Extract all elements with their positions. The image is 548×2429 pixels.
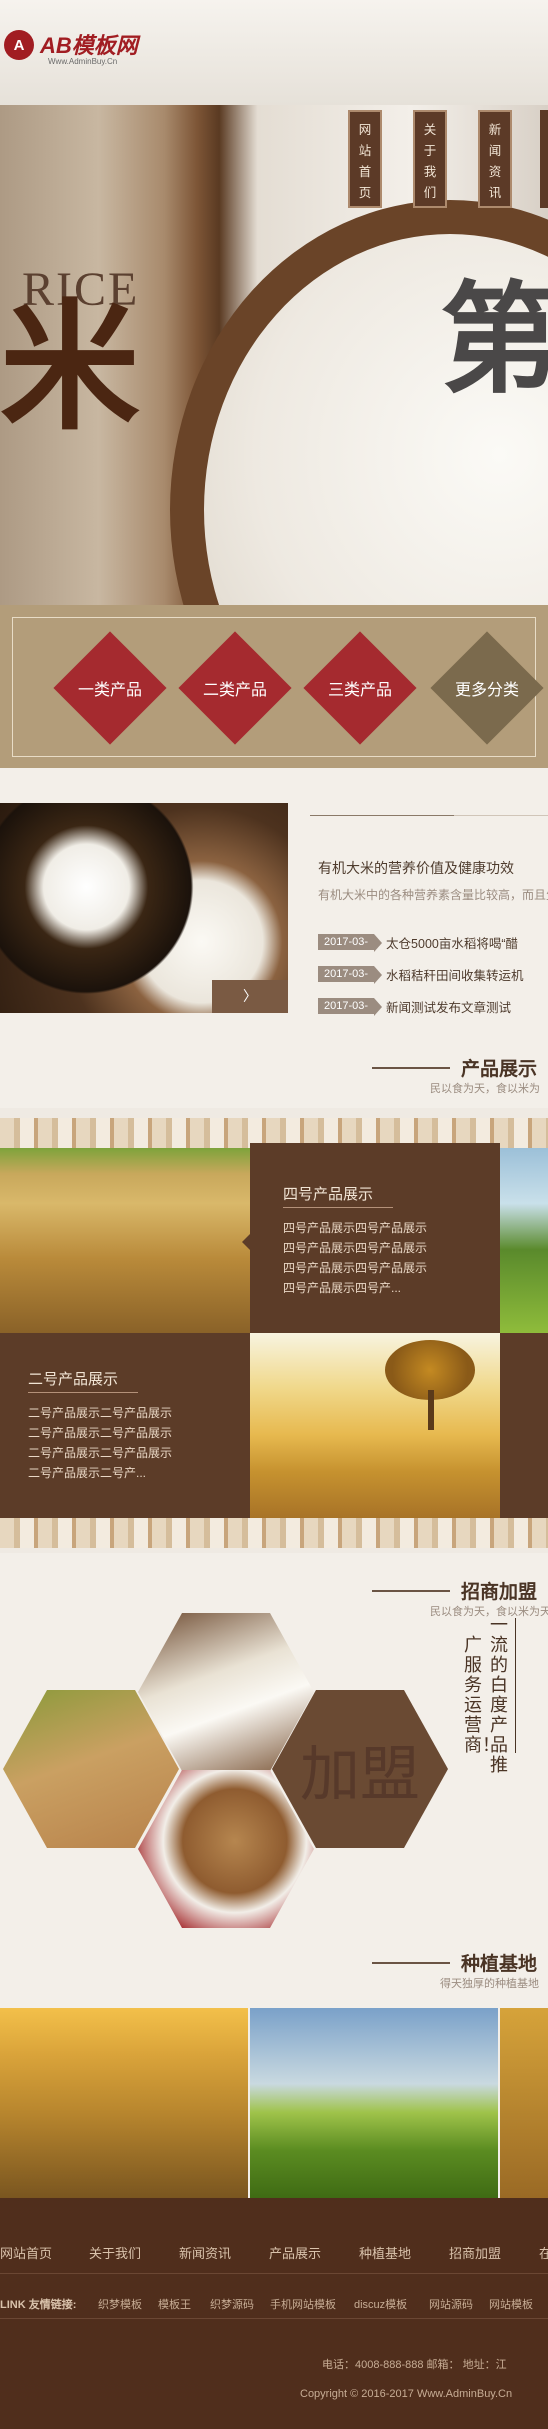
products-heading: 产品展示 (461, 1059, 538, 1080)
footer-nav-franchise[interactable]: 招商加盟 (449, 2243, 501, 2262)
footer-nav-base[interactable]: 种植基地 (359, 2243, 411, 2262)
franchise-heading: 招商加盟 (461, 1582, 538, 1603)
friend-link[interactable]: 织梦模板 (98, 2296, 142, 2312)
footer-nav-news[interactable]: 新闻资讯 (179, 2243, 231, 2262)
product-2-description: 二号产品展示二号产品展示 二号产品展示二号产品展示 二号产品展示二号产品展示 二号产品… (28, 1406, 173, 1480)
base-image-side[interactable] (500, 2008, 548, 2198)
base-heading: 种植基地 (461, 1954, 538, 1975)
friend-link[interactable]: 织梦源码 (210, 2296, 254, 2312)
footer-copyright: Copyright © 2016-2017 Www.AdminBuy.Cn (300, 2388, 513, 2400)
footer-nav-contact[interactable]: 在 (539, 2243, 548, 2262)
footer-divider-2 (0, 2318, 548, 2319)
news-item[interactable]: 2017-03- 水稻秸秆田间收集转运机 (318, 964, 548, 984)
nav-about[interactable]: 关于我们 (413, 110, 447, 208)
friend-link[interactable]: discuz模板 (354, 2296, 407, 2312)
product-4-divider (283, 1207, 393, 1208)
nav-news[interactable]: 新闻资讯 (478, 110, 512, 208)
news-item-title[interactable]: 太仓5000亩水稻将喝“醋 (386, 933, 548, 952)
seal-text: 加盟 (300, 1741, 420, 1808)
franchise-text-col2: 一流的白度产品推 (490, 1615, 508, 1775)
friend-links-label: LINK 友情链接: (0, 2299, 77, 2311)
banner-mi-character: 米 (0, 292, 141, 447)
news-item[interactable]: 2017-03- 太仓5000亩水稻将喝“醋 (318, 932, 548, 952)
logo-subtitle: Www.AdminBuy.Cn (48, 57, 118, 66)
franchise-text-rule (515, 1618, 516, 1753)
franchise-subheading: 民以食为天，食以米为天 (430, 1606, 548, 1618)
product-side-image[interactable] (500, 1148, 548, 1333)
base-heading-line (372, 1962, 450, 1964)
news-date: 2017-03- (318, 966, 383, 984)
news-summary: 有机大米中的各种营养素含量比较高，而且生素的主要来源。有机大米粥具有补脾、和 (318, 888, 548, 902)
news-divider-light (454, 815, 548, 816)
footer-nav-home[interactable]: 网站首页 (0, 2243, 52, 2262)
news-date: 2017-03- (318, 934, 383, 952)
news-item[interactable]: 2017-03- 新闻测试发布文章测试 (318, 996, 548, 1016)
banner-headline: 第 (440, 273, 548, 407)
logo-mark[interactable]: A (4, 30, 34, 60)
nav-home[interactable]: 网站首页 (348, 110, 382, 208)
footer-nav-products[interactable]: 产品展示 (269, 2243, 321, 2262)
product-side-card[interactable] (500, 1333, 548, 1518)
news-date: 2017-03- (318, 998, 383, 1016)
logo-text[interactable]: AB模板网 (40, 28, 138, 60)
footer-contact: 电话：4008-888-888 邮箱： 地址：江 (322, 2359, 507, 2371)
tree-trunk (428, 1390, 434, 1430)
footer-nav-about[interactable]: 关于我们 (89, 2243, 141, 2262)
friend-link[interactable]: 手机网站模板 (270, 2296, 336, 2312)
franchise-heading-line (372, 1590, 450, 1592)
friend-link[interactable]: 模板王 (158, 2296, 191, 2312)
products-heading-line (372, 1067, 450, 1069)
news-headline[interactable]: 有机大米的营养价值及健康功效 (318, 858, 514, 878)
base-image-wheat[interactable] (0, 2008, 248, 2198)
product-4-image[interactable] (0, 1148, 250, 1333)
footer-divider (0, 2273, 548, 2274)
products-subheading: 民以食为天，食以米为 (430, 1083, 540, 1095)
friend-link[interactable]: 网站模板 (489, 2296, 533, 2312)
product-2-divider (28, 1392, 138, 1393)
product-4-pointer (242, 1232, 252, 1252)
nav-overflow (540, 110, 548, 208)
news-item-title[interactable]: 新闻测试发布文章测试 (386, 997, 548, 1016)
base-image-field[interactable] (250, 2008, 498, 2198)
franchise-text-col1: 广服务运营商！ (464, 1635, 500, 1755)
product-2-title[interactable]: 二号产品展示 (28, 1368, 118, 1389)
product-4-title[interactable]: 四号产品展示 (283, 1183, 373, 1204)
news-more-button[interactable]: 〉 (212, 980, 288, 1013)
base-subheading: 得天独厚的种植基地 (440, 1978, 539, 1990)
friend-link[interactable]: 网站源码 (429, 2296, 473, 2312)
news-item-title[interactable]: 水稻秸秆田间收集转运机 (386, 965, 548, 984)
product-4-description: 四号产品展示四号产品展示 四号产品展示四号产品展示 四号产品展示四号产品展示 四号产品… (283, 1221, 428, 1295)
